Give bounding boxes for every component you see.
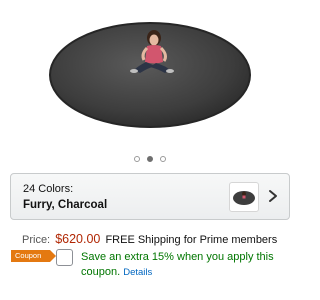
coupon-badge: Coupon — [11, 250, 56, 262]
carousel-indicator — [0, 156, 300, 162]
bean-bag-illustration — [49, 22, 251, 128]
price-row: Price: $620.00 FREE Shipping for Prime m… — [22, 232, 277, 246]
chevron-right-icon — [266, 188, 280, 204]
variant-thumbnail — [229, 182, 259, 212]
carousel-dot[interactable] — [160, 156, 166, 162]
product-page: 24 Colors: Furry, Charcoal Price: $620.0… — [0, 0, 300, 300]
coupon-details-link[interactable]: Details — [123, 267, 152, 278]
variant-count-label: 24 Colors: — [23, 183, 74, 195]
carousel-dot[interactable] — [134, 156, 140, 162]
price-label: Price: — [22, 234, 51, 246]
shipping-info: FREE Shipping for Prime members — [105, 234, 278, 246]
product-image[interactable] — [0, 0, 300, 148]
coupon-description: Save an extra 15% when you apply this co… — [81, 251, 274, 278]
carousel-dot-active[interactable] — [147, 156, 153, 162]
selected-variant-name: Furry, Charcoal — [23, 199, 108, 211]
coupon-text: Save an extra 15% when you apply this co… — [81, 250, 291, 280]
price-value: $620.00 — [55, 232, 101, 246]
color-variant-selector[interactable]: 24 Colors: Furry, Charcoal — [10, 173, 290, 220]
coupon-checkbox[interactable] — [56, 249, 73, 266]
